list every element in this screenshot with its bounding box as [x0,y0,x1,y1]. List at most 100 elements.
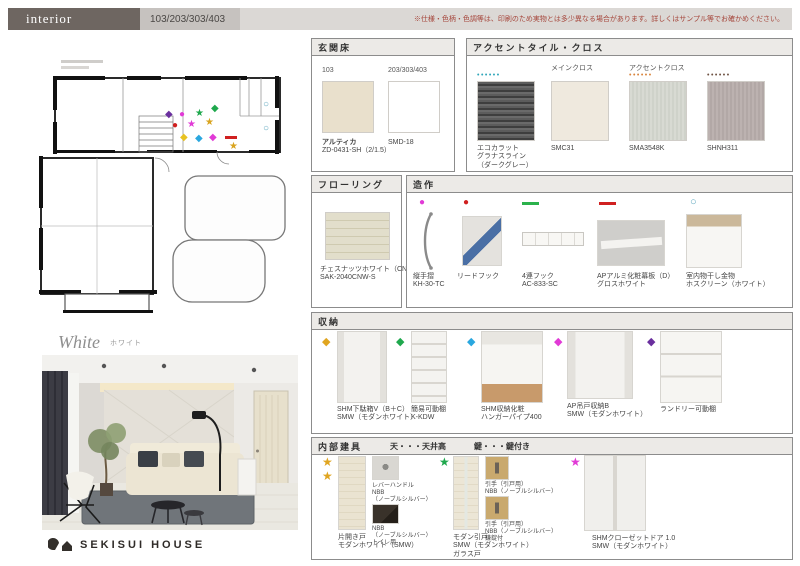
header-brand: interior [8,8,140,30]
cyan-diamond-marker: ◆ [467,336,476,348]
gold-star-marker: ★ [322,469,333,483]
fixture-code: ホスクリーン（ホワイト） [686,281,770,289]
swatch-code: ZD-0431-SH（2/1.5） [322,147,391,155]
swatch-flooring [325,212,390,260]
legend-ceiling-height: 天・・・天井高 [390,441,447,451]
fixture-name: リードフック [457,273,499,280]
plan-marker-cyan-diamond: ◆ [195,133,203,144]
section-accent-title: アクセントタイル・クロス [467,39,792,56]
storage-name: ランドリー可動棚 [660,406,716,413]
hinged-door-photo [338,456,366,530]
fixture-code: AC-833-SC [522,281,558,289]
magenta-circle-marker: ● [419,197,426,208]
swatch-room-label: 103 [322,67,334,74]
swatch-category-label: メインクロス [551,65,593,72]
fixture-name: 縦手摺 [413,273,434,280]
swatch-code: SMC31 [551,145,575,152]
swatch-ecocarat [477,81,535,141]
floor-plan-markers: ◆ ● ★ ★ ★ ◆ ● ◆ ◆ ◆ ★ ○ ○ [35,58,300,330]
swatch-accent-cloth-1 [629,81,687,141]
section-entrance-floor-title: 玄関床 [312,39,454,56]
purple-diamond-marker: ◆ [647,336,656,348]
section-accent-tile-cloth: アクセントタイル・クロス •••••• エコカラット グラナスライン （ダークグ… [466,38,793,172]
closet-hanger-photo [481,331,543,403]
plan-marker-purple-diamond: ◆ [165,109,173,120]
door-code: SMW（モダンホワイト） [453,542,534,550]
section-flooring-title: フローリング [312,176,401,193]
fixture-code: KH-30-TC [413,281,445,289]
fascia-board-detail [600,237,662,250]
plan-marker-gold-star-2: ★ [229,141,238,152]
color-scheme-name-jp: ホワイト [110,340,142,347]
swatch-main-cloth [551,81,609,141]
storage-name: 簡易可動棚 [411,406,446,413]
swatch-name-line: （ダークグレー） [477,161,533,169]
color-scheme-label: White ホワイト [58,332,142,353]
swatch-altica-tile [322,81,374,133]
fixture-code: グロスホワイト [597,281,646,289]
door-code: ガラス戸 [453,550,481,558]
magenta-diamond-marker: ◆ [554,336,563,348]
closet-door-photo [584,455,646,531]
toilet-lock-photo [372,504,399,524]
marker-orange-dots: •••••• [629,72,653,79]
plan-marker-magenta-diamond: ◆ [209,132,217,143]
marker-teal-dots: •••••• [477,72,501,79]
plan-marker-magenta-circle: ● [179,109,186,120]
header-disclaimer-note: ※仕様・色柄・色調等は、印刷のため実物とは多少異なる場合があります。詳しくはサン… [240,8,792,30]
swatch-code: SHNH311 [707,145,738,152]
plan-marker-yellow-diamond: ◆ [180,132,188,143]
plan-marker-teal-ring-2: ○ [263,123,270,134]
lever-handle-photo [372,456,399,480]
sliding-door-photo [453,456,479,530]
section-fixtures-title: 造作 [407,176,792,193]
interior-photo [42,355,298,530]
door-pull-photo [485,456,509,480]
wall-shelf-photo [660,331,722,403]
green-line-marker [522,202,539,205]
legend-with-lock: 鍵・・・鍵付き [474,441,531,451]
section-storage: 収納 ◆ SHM下駄箱V（B＋C） SMW（モダンホワイト） ◆ 簡易可動棚 K… [311,312,793,434]
laundry-hanger-photo [686,214,742,268]
marker-brown-dots: •••••• [707,72,731,79]
swatch-code: SMA3548K [629,145,665,152]
section-interior-doors: 内部建具 天・・・天井高 鍵・・・鍵付き ★ ★ レバーハンドル NBB （ノー… [311,437,793,560]
handle-label: レバーハンドル [372,483,414,489]
sekisui-house-logo: SEKISUI HOUSE [48,537,205,553]
hanging-cabinet-photo [567,331,633,399]
storage-code: SMW（モダンホワイト） [337,414,418,422]
door-code: SMW（モダンホワイト） [592,543,673,551]
four-hook-rail-photo [522,232,584,246]
green-star-marker: ★ [439,455,450,469]
color-scheme-name-en: White [58,332,100,352]
teal-ring-marker: ○ [690,196,697,208]
movable-shelf-photo [411,331,447,403]
storage-code: ハンガーパイプ400 [481,414,542,422]
plan-marker-red-bar [225,136,237,139]
gold-diamond-marker: ◆ [322,336,331,348]
section-entrance-floor: 玄関床 103 203/303/403 アルティカ ZD-0431-SH（2/1… [311,38,455,172]
shoe-cabinet-photo [337,331,387,403]
plan-marker-teal-ring-1: ○ [263,99,270,110]
red-circle-marker: ● [463,197,470,208]
red-line-marker [599,202,616,205]
door-pull-lock-photo [485,496,509,520]
fascia-board-photo [597,220,665,266]
plan-marker-green-star: ★ [195,108,204,119]
plan-marker-magenta-star: ★ [187,119,196,130]
green-diamond-marker: ◆ [396,336,405,348]
plan-marker-red-circle: ● [172,120,179,131]
swatch-accent-cloth-2 [707,81,765,141]
lead-hook-photo [462,216,502,266]
door-code: モダンホワイト（SMW） [338,542,419,550]
swatch-room-label: 203/303/403 [388,67,427,74]
section-fixtures: 造作 ● 縦手摺 KH-30-TC ● リードフック 4連フック AC-833-… [406,175,793,308]
gold-star-marker: ★ [322,455,333,469]
interior-spec-sheet: interior 103/203/303/403 ※仕様・色柄・色調等は、印刷の… [0,0,800,566]
section-storage-title: 収納 [312,313,792,330]
fixture-name: 4連フック [522,273,554,280]
swatch-name-line: グラナスライン [477,153,526,161]
storage-code: K-KDW [411,414,435,422]
storage-code: SMW（モダンホワイト） [567,411,648,419]
section-doors-title: 内部建具 [318,441,363,452]
